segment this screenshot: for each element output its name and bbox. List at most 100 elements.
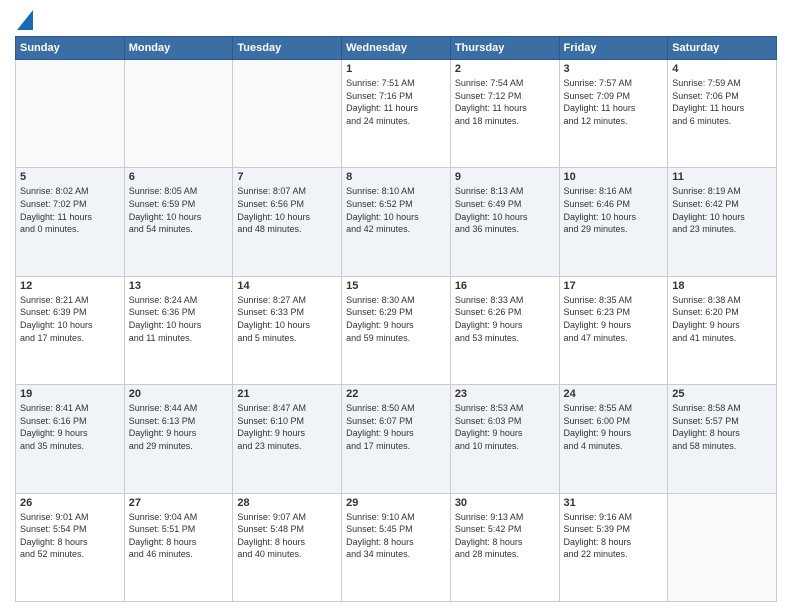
logo-triangle-icon (17, 10, 33, 30)
calendar-cell: 21 Sunrise: 8:47 AM Sunset: 6:10 PM Dayli… (233, 385, 342, 493)
day-of-week-header: Wednesday (342, 37, 451, 60)
day-info: Sunrise: 8:30 AM Sunset: 6:29 PM Dayligh… (346, 294, 446, 344)
day-number: 6 (129, 171, 229, 183)
day-info: Sunrise: 8:44 AM Sunset: 6:13 PM Dayligh… (129, 402, 229, 452)
calendar-cell: 5 Sunrise: 8:02 AM Sunset: 7:02 PM Daylig… (16, 168, 125, 276)
calendar-cell: 14Sunrise: 8:27 AM Sunset: 6:33 PM Dayli… (233, 276, 342, 384)
calendar-cell: 8 Sunrise: 8:10 AM Sunset: 6:52 PM Daylig… (342, 168, 451, 276)
day-number: 27 (129, 497, 229, 509)
calendar-cell: 26 Sunrise: 9:01 AM Sunset: 5:54 PM Dayli… (16, 493, 125, 601)
day-info: Sunrise: 8:24 AM Sunset: 6:36 PM Dayligh… (129, 294, 229, 344)
day-of-week-header: Friday (559, 37, 668, 60)
calendar-cell: 18 Sunrise: 8:38 AM Sunset: 6:20 PM Dayli… (668, 276, 777, 384)
calendar-cell: 23 Sunrise: 8:53 AM Sunset: 6:03 PM Dayli… (450, 385, 559, 493)
day-info: Sunrise: 8:53 AM Sunset: 6:03 PM Dayligh… (455, 402, 555, 452)
logo (15, 10, 33, 30)
day-number: 30 (455, 497, 555, 509)
day-info: Sunrise: 8:38 AM Sunset: 6:20 PM Dayligh… (672, 294, 772, 344)
calendar-cell: 1 Sunrise: 7:51 AM Sunset: 7:16 PM Daylig… (342, 60, 451, 168)
calendar-cell: 30 Sunrise: 9:13 AM Sunset: 5:42 PM Dayli… (450, 493, 559, 601)
day-info: Sunrise: 8:35 AM Sunset: 6:23 PM Dayligh… (564, 294, 664, 344)
day-of-week-header: Monday (124, 37, 233, 60)
calendar-cell (233, 60, 342, 168)
day-info: Sunrise: 7:59 AM Sunset: 7:06 PM Dayligh… (672, 77, 772, 127)
calendar-cell: 19 Sunrise: 8:41 AM Sunset: 6:16 PM Dayli… (16, 385, 125, 493)
calendar-week-row: 26 Sunrise: 9:01 AM Sunset: 5:54 PM Dayli… (16, 493, 777, 601)
calendar-cell: 4 Sunrise: 7:59 AM Sunset: 7:06 PM Daylig… (668, 60, 777, 168)
day-number: 19 (20, 388, 120, 400)
calendar-cell: 16Sunrise: 8:33 AM Sunset: 6:26 PM Dayli… (450, 276, 559, 384)
calendar-cell: 17Sunrise: 8:35 AM Sunset: 6:23 PM Dayli… (559, 276, 668, 384)
day-info: Sunrise: 7:57 AM Sunset: 7:09 PM Dayligh… (564, 77, 664, 127)
day-info: Sunrise: 8:05 AM Sunset: 6:59 PM Dayligh… (129, 185, 229, 235)
day-number: 24 (564, 388, 664, 400)
calendar-cell: 27 Sunrise: 9:04 AM Sunset: 5:51 PM Dayli… (124, 493, 233, 601)
day-number: 29 (346, 497, 446, 509)
day-number: 25 (672, 388, 772, 400)
day-info: Sunrise: 8:33 AM Sunset: 6:26 PM Dayligh… (455, 294, 555, 344)
day-info: Sunrise: 7:51 AM Sunset: 7:16 PM Dayligh… (346, 77, 446, 127)
calendar-week-row: 12Sunrise: 8:21 AM Sunset: 6:39 PM Dayli… (16, 276, 777, 384)
calendar-cell (124, 60, 233, 168)
day-number: 7 (237, 171, 337, 183)
day-number: 1 (346, 63, 446, 75)
calendar-cell: 11 Sunrise: 8:19 AM Sunset: 6:42 PM Dayli… (668, 168, 777, 276)
calendar-cell: 10 Sunrise: 8:16 AM Sunset: 6:46 PM Dayli… (559, 168, 668, 276)
header (15, 10, 777, 30)
calendar-cell: 3 Sunrise: 7:57 AM Sunset: 7:09 PM Daylig… (559, 60, 668, 168)
day-info: Sunrise: 8:13 AM Sunset: 6:49 PM Dayligh… (455, 185, 555, 235)
day-number: 13 (129, 280, 229, 292)
day-info: Sunrise: 9:01 AM Sunset: 5:54 PM Dayligh… (20, 511, 120, 561)
day-number: 11 (672, 171, 772, 183)
day-info: Sunrise: 8:47 AM Sunset: 6:10 PM Dayligh… (237, 402, 337, 452)
day-info: Sunrise: 8:27 AM Sunset: 6:33 PM Dayligh… (237, 294, 337, 344)
calendar-cell: 9 Sunrise: 8:13 AM Sunset: 6:49 PM Daylig… (450, 168, 559, 276)
day-info: Sunrise: 9:04 AM Sunset: 5:51 PM Dayligh… (129, 511, 229, 561)
day-number: 12 (20, 280, 120, 292)
day-of-week-header: Thursday (450, 37, 559, 60)
day-number: 15 (346, 280, 446, 292)
day-info: Sunrise: 9:07 AM Sunset: 5:48 PM Dayligh… (237, 511, 337, 561)
day-info: Sunrise: 9:13 AM Sunset: 5:42 PM Dayligh… (455, 511, 555, 561)
calendar-cell: 2Sunrise: 7:54 AM Sunset: 7:12 PM Daylig… (450, 60, 559, 168)
day-number: 8 (346, 171, 446, 183)
day-info: Sunrise: 8:10 AM Sunset: 6:52 PM Dayligh… (346, 185, 446, 235)
calendar-cell: 25Sunrise: 8:58 AM Sunset: 5:57 PM Dayli… (668, 385, 777, 493)
calendar-table: SundayMondayTuesdayWednesdayThursdayFrid… (15, 36, 777, 602)
day-number: 23 (455, 388, 555, 400)
day-number: 3 (564, 63, 664, 75)
day-of-week-header: Sunday (16, 37, 125, 60)
day-info: Sunrise: 8:55 AM Sunset: 6:00 PM Dayligh… (564, 402, 664, 452)
day-number: 20 (129, 388, 229, 400)
day-number: 10 (564, 171, 664, 183)
day-info: Sunrise: 8:16 AM Sunset: 6:46 PM Dayligh… (564, 185, 664, 235)
calendar-week-row: 1 Sunrise: 7:51 AM Sunset: 7:16 PM Daylig… (16, 60, 777, 168)
day-number: 5 (20, 171, 120, 183)
calendar-cell: 20 Sunrise: 8:44 AM Sunset: 6:13 PM Dayli… (124, 385, 233, 493)
day-info: Sunrise: 8:02 AM Sunset: 7:02 PM Dayligh… (20, 185, 120, 235)
calendar-cell: 22 Sunrise: 8:50 AM Sunset: 6:07 PM Dayli… (342, 385, 451, 493)
day-number: 22 (346, 388, 446, 400)
day-of-week-header: Saturday (668, 37, 777, 60)
day-info: Sunrise: 8:19 AM Sunset: 6:42 PM Dayligh… (672, 185, 772, 235)
day-number: 21 (237, 388, 337, 400)
calendar-cell: 28 Sunrise: 9:07 AM Sunset: 5:48 PM Dayli… (233, 493, 342, 601)
calendar-week-row: 19 Sunrise: 8:41 AM Sunset: 6:16 PM Dayli… (16, 385, 777, 493)
day-number: 31 (564, 497, 664, 509)
calendar-cell: 24 Sunrise: 8:55 AM Sunset: 6:00 PM Dayli… (559, 385, 668, 493)
day-info: Sunrise: 8:50 AM Sunset: 6:07 PM Dayligh… (346, 402, 446, 452)
day-of-week-header: Tuesday (233, 37, 342, 60)
day-number: 4 (672, 63, 772, 75)
day-info: Sunrise: 8:41 AM Sunset: 6:16 PM Dayligh… (20, 402, 120, 452)
calendar-cell: 12Sunrise: 8:21 AM Sunset: 6:39 PM Dayli… (16, 276, 125, 384)
day-number: 9 (455, 171, 555, 183)
calendar-cell: 7Sunrise: 8:07 AM Sunset: 6:56 PM Daylig… (233, 168, 342, 276)
day-info: Sunrise: 7:54 AM Sunset: 7:12 PM Dayligh… (455, 77, 555, 127)
calendar-cell: 29Sunrise: 9:10 AM Sunset: 5:45 PM Dayli… (342, 493, 451, 601)
day-info: Sunrise: 9:16 AM Sunset: 5:39 PM Dayligh… (564, 511, 664, 561)
day-number: 26 (20, 497, 120, 509)
day-number: 18 (672, 280, 772, 292)
day-number: 28 (237, 497, 337, 509)
calendar-week-row: 5 Sunrise: 8:02 AM Sunset: 7:02 PM Daylig… (16, 168, 777, 276)
calendar-cell: 31 Sunrise: 9:16 AM Sunset: 5:39 PM Dayli… (559, 493, 668, 601)
